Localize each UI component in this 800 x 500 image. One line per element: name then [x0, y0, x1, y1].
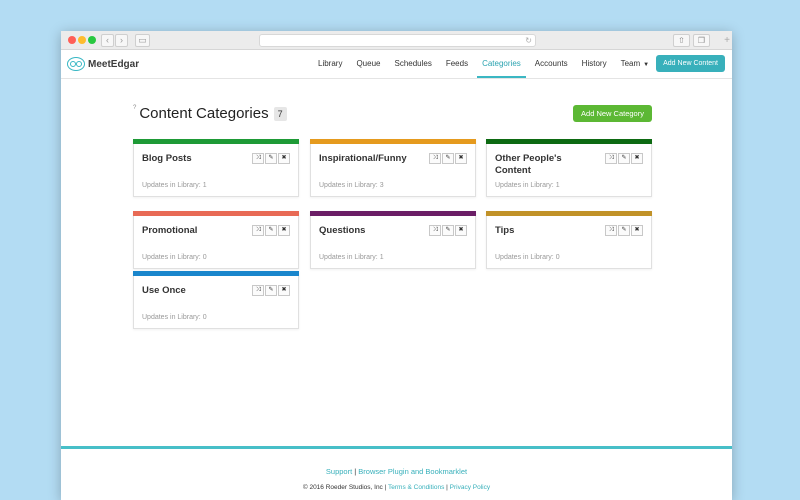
shuffle-icon[interactable]: ⤨: [429, 153, 441, 164]
plugin-link[interactable]: Browser Plugin and Bookmarklet: [358, 467, 467, 476]
shuffle-icon[interactable]: ⤨: [605, 153, 617, 164]
shuffle-icon[interactable]: ⤨: [252, 153, 264, 164]
category-actions: ⤨ ✎ ✖: [428, 153, 467, 164]
shuffle-icon[interactable]: ⤨: [605, 225, 617, 236]
category-update-count: Updates in Library: 1: [319, 254, 384, 261]
pencil-icon[interactable]: ✎: [442, 153, 454, 164]
category-name: Questions: [319, 225, 366, 236]
nav-queue[interactable]: Queue: [349, 50, 387, 78]
nav-feeds[interactable]: Feeds: [439, 50, 475, 78]
tabs-icon[interactable]: ❐: [693, 34, 710, 47]
nav-history[interactable]: History: [575, 50, 614, 78]
category-card: Promotional Updates in Library: 0 ⤨ ✎ ✖: [133, 211, 299, 269]
add-new-category-button[interactable]: Add New Category: [573, 105, 652, 122]
category-color-bar: [133, 271, 299, 276]
browser-window: ‹ › ▭ ↻ ⇧ ❐ + MeetEdgar Library Queue Sc…: [61, 31, 732, 500]
nav-library[interactable]: Library: [311, 50, 349, 78]
category-actions: ⤨ ✎ ✖: [251, 153, 290, 164]
close-icon[interactable]: ✖: [278, 153, 290, 164]
footer-copyright: © 2016 Roeder Studios, Inc | Terms & Con…: [302, 484, 491, 491]
category-name: Other People's Content: [495, 153, 562, 176]
pencil-icon[interactable]: ✎: [265, 153, 277, 164]
close-icon[interactable]: ✖: [278, 285, 290, 296]
copyright-text: © 2016 Roeder Studios, Inc: [302, 484, 383, 491]
pencil-icon[interactable]: ✎: [618, 225, 630, 236]
category-color-bar: [486, 139, 652, 144]
category-name: Promotional: [142, 225, 198, 236]
reload-icon[interactable]: ↻: [525, 36, 535, 45]
footer: Support | Browser Plugin and Bookmarklet…: [61, 446, 732, 500]
category-card: Questions Updates in Library: 1 ⤨ ✎ ✖: [310, 211, 476, 269]
maximize-window-button[interactable]: [88, 36, 96, 44]
support-link[interactable]: Support: [326, 467, 352, 476]
chevron-right-icon[interactable]: ›: [115, 34, 128, 47]
help-icon[interactable]: ?: [133, 105, 136, 111]
minimize-window-button[interactable]: [78, 36, 86, 44]
browser-titlebar: ‹ › ▭ ↻ ⇧ ❐ +: [61, 31, 732, 50]
nav-links: Library Queue Schedules Feeds Categories…: [311, 50, 656, 78]
category-name: Inspirational/Funny: [319, 153, 407, 164]
category-update-count: Updates in Library: 0: [495, 254, 560, 261]
terms-link[interactable]: Terms & Conditions: [388, 484, 444, 491]
category-name: Use Once: [142, 285, 186, 296]
shuffle-icon[interactable]: ⤨: [252, 225, 264, 236]
category-card: Use Once Updates in Library: 0 ⤨ ✎ ✖: [133, 271, 299, 329]
category-color-bar: [310, 211, 476, 216]
pencil-icon[interactable]: ✎: [265, 285, 277, 296]
nav-team-label: Team: [620, 59, 641, 68]
category-actions: ⤨ ✎ ✖: [604, 153, 643, 164]
nav-categories[interactable]: Categories: [475, 50, 528, 78]
shuffle-icon[interactable]: ⤨: [429, 225, 441, 236]
category-card: Other People's Content Updates in Library…: [486, 139, 652, 197]
share-icon[interactable]: ⇧: [673, 34, 690, 47]
close-icon[interactable]: ✖: [455, 225, 467, 236]
category-name: Tips: [495, 225, 515, 236]
nav-team[interactable]: Team ▼: [614, 50, 657, 78]
sidebar-icon[interactable]: ▭: [135, 34, 150, 47]
category-color-bar: [486, 211, 652, 216]
close-icon[interactable]: ✖: [455, 153, 467, 164]
nav-accounts[interactable]: Accounts: [528, 50, 575, 78]
pencil-icon[interactable]: ✎: [618, 153, 630, 164]
logo[interactable]: MeetEdgar: [67, 56, 139, 72]
privacy-link[interactable]: Privacy Policy: [450, 484, 490, 491]
category-actions: ⤨ ✎ ✖: [604, 225, 643, 236]
category-actions: ⤨ ✎ ✖: [251, 225, 290, 236]
category-update-count: Updates in Library: 0: [142, 254, 207, 261]
shuffle-icon[interactable]: ⤨: [252, 285, 264, 296]
close-icon[interactable]: ✖: [631, 153, 643, 164]
category-card: Inspirational/Funny Updates in Library: 3…: [310, 139, 476, 197]
logo-text: MeetEdgar: [88, 58, 140, 70]
close-icon[interactable]: ✖: [631, 225, 643, 236]
close-window-button[interactable]: [68, 36, 76, 44]
category-update-count: Updates in Library: 3: [319, 182, 384, 189]
chevron-left-icon[interactable]: ‹: [101, 34, 114, 47]
category-card: Tips Updates in Library: 0 ⤨ ✎ ✖: [486, 211, 652, 269]
category-color-bar: [133, 211, 299, 216]
close-icon[interactable]: ✖: [278, 225, 290, 236]
pencil-icon[interactable]: ✎: [442, 225, 454, 236]
category-update-count: Updates in Library: 0: [142, 314, 207, 321]
category-color-bar: [310, 139, 476, 144]
add-new-content-button[interactable]: Add New Content: [656, 55, 725, 72]
category-card: Blog Posts Updates in Library: 1 ⤨ ✎ ✖: [133, 139, 299, 197]
category-color-bar: [133, 139, 299, 144]
category-count-badge: 7: [273, 106, 287, 121]
category-name: Blog Posts: [142, 153, 192, 164]
address-bar[interactable]: ↻: [259, 34, 536, 47]
nav-schedules[interactable]: Schedules: [387, 50, 438, 78]
category-update-count: Updates in Library: 1: [142, 182, 207, 189]
caret-down-icon: ▼: [643, 62, 650, 68]
pencil-icon[interactable]: ✎: [265, 225, 277, 236]
main-content: ? Content Categories 7 Add New Category …: [61, 78, 732, 446]
category-actions: ⤨ ✎ ✖: [251, 285, 290, 296]
page-title: Content Categories: [139, 105, 269, 122]
page-heading: ? Content Categories 7: [133, 105, 287, 122]
app-navbar: MeetEdgar Library Queue Schedules Feeds …: [61, 50, 732, 79]
category-update-count: Updates in Library: 1: [495, 182, 560, 189]
category-actions: ⤨ ✎ ✖: [428, 225, 467, 236]
plus-icon[interactable]: +: [724, 35, 730, 46]
footer-links: Support | Browser Plugin and Bookmarklet: [325, 467, 468, 476]
octopus-logo-icon: [67, 57, 85, 71]
